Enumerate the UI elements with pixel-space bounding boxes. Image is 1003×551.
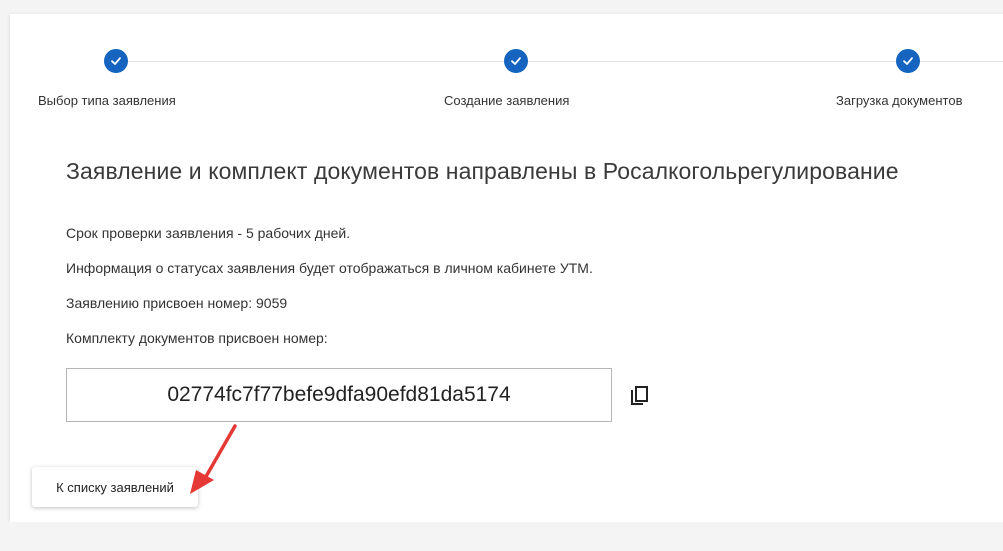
step-connector xyxy=(128,61,504,62)
copy-icon[interactable] xyxy=(628,384,652,408)
review-period-text: Срок проверки заявления - 5 рабочих дней… xyxy=(66,225,351,241)
step-connector xyxy=(920,61,1003,62)
step-connector xyxy=(528,61,896,62)
package-number-field[interactable]: 02774fc7f77befe9dfa90efd81da5174 xyxy=(66,368,612,422)
step-1-label: Выбор типа заявления xyxy=(38,93,176,108)
step-2-label: Создание заявления xyxy=(444,93,570,108)
step-2-check-icon xyxy=(504,49,528,73)
step-1-check-icon xyxy=(104,49,128,73)
page-title: Заявление и комплект документов направле… xyxy=(66,158,899,184)
package-number-label: Комплекту документов присвоен номер: xyxy=(66,330,328,346)
step-3-check-icon xyxy=(896,49,920,73)
application-number-text: Заявлению присвоен номер: 9059 xyxy=(66,295,288,311)
package-number-value: 02774fc7f77befe9dfa90efd81da5174 xyxy=(167,383,511,406)
step-3-label: Загрузка документов xyxy=(836,93,963,108)
back-to-list-button[interactable]: К списку заявлений xyxy=(32,467,198,507)
page-background xyxy=(0,522,1003,551)
status-info-text: Информация о статусах заявления будет от… xyxy=(66,260,593,276)
